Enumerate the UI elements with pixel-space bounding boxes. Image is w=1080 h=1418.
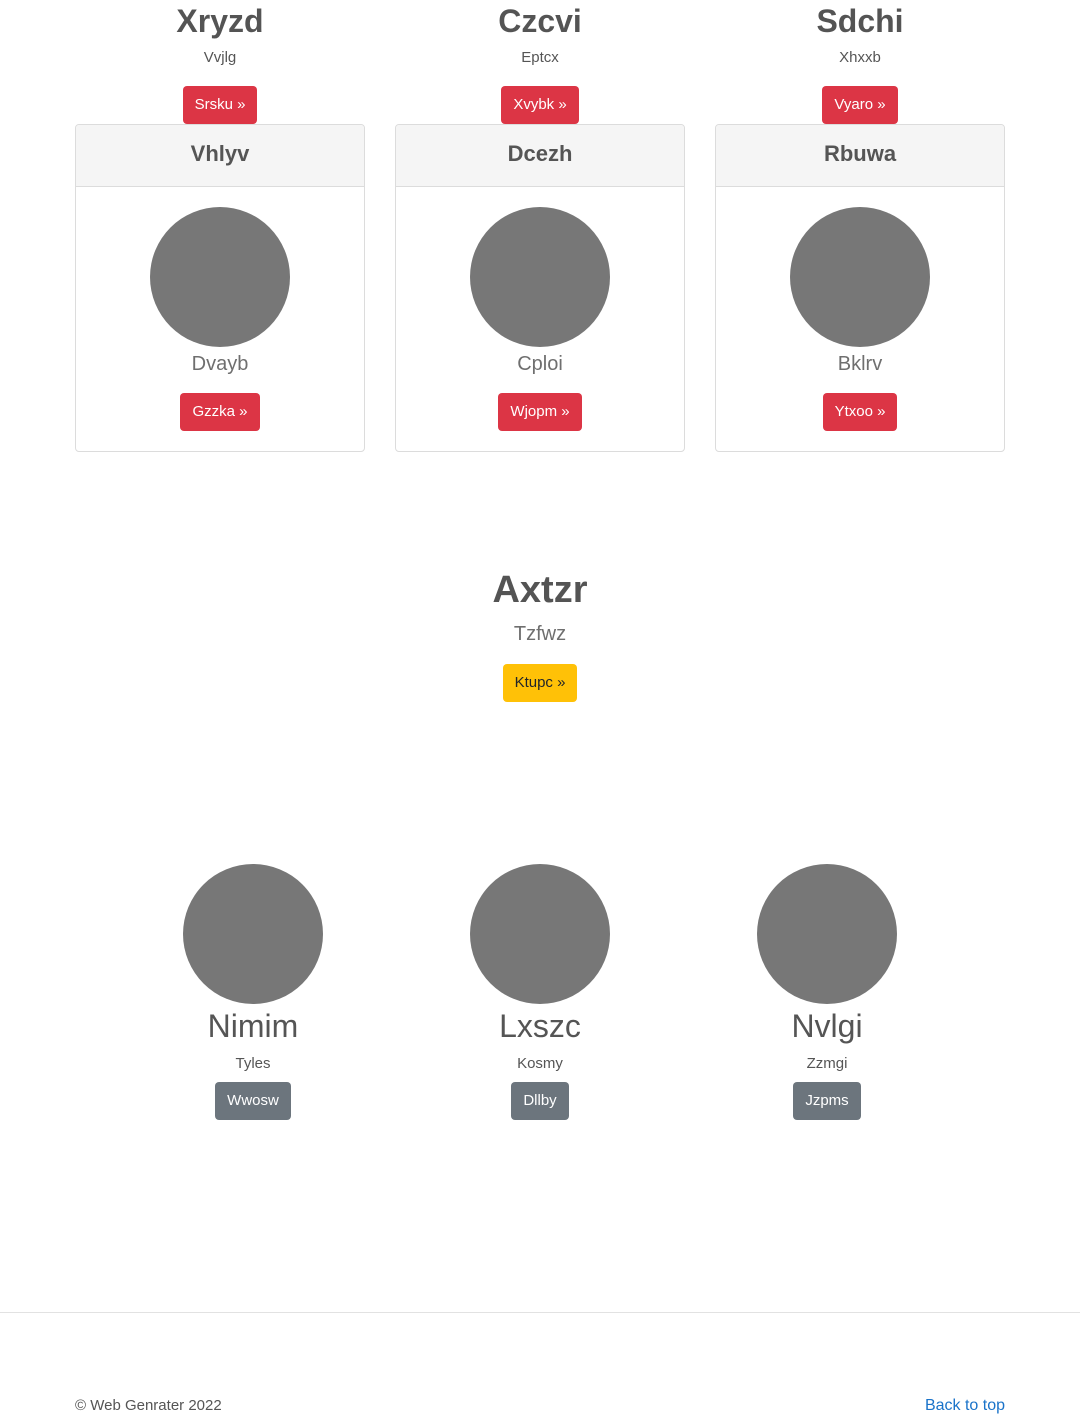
hero-button[interactable]: Ktupc » <box>502 664 578 702</box>
feature-title: Xryzd <box>176 3 264 39</box>
person-column: Nvlgi Zzmgi Jzpms <box>682 864 972 1120</box>
person-subtitle: Tyles <box>235 1055 271 1072</box>
person-column: Nimim Tyles Wwosw <box>108 864 398 1120</box>
person-name: Nimim <box>207 1008 299 1044</box>
feature-title: Czcvi <box>498 3 582 39</box>
card-header: Vhlyv <box>76 125 364 187</box>
copyright-text: © Web Genrater 2022 <box>75 1397 222 1414</box>
feature-subtitle: Vvjlg <box>203 49 237 66</box>
person-button[interactable]: Jzpms <box>793 1082 861 1120</box>
avatar <box>470 864 610 1004</box>
profile-card: Dcezh Cploi Wjopm » <box>395 124 685 452</box>
avatar <box>470 207 610 347</box>
avatar <box>790 207 930 347</box>
back-to-top-link[interactable]: Back to top <box>925 1396 1005 1416</box>
card-button[interactable]: Wjopm » <box>498 393 582 431</box>
card-subtitle: Bklrv <box>837 353 883 375</box>
avatar <box>757 864 897 1004</box>
card-subtitle: Dvayb <box>191 353 249 375</box>
person-column: Lxszc Kosmy Dllby <box>395 864 685 1120</box>
hero-title: Axtzr <box>492 569 588 611</box>
card-subtitle: Cploi <box>517 353 563 375</box>
card-button[interactable]: Ytxoo » <box>822 393 898 431</box>
person-button[interactable]: Dllby <box>511 1082 569 1120</box>
profile-card: Vhlyv Dvayb Gzzka » <box>75 124 365 452</box>
person-button[interactable]: Wwosw <box>215 1082 291 1120</box>
profile-card: Rbuwa Bklrv Ytxoo » <box>715 124 1005 452</box>
avatar <box>150 207 290 347</box>
feature-button[interactable]: Xvybk » <box>501 86 579 124</box>
card-header: Rbuwa <box>716 125 1004 187</box>
avatar <box>183 864 323 1004</box>
person-name: Lxszc <box>499 1008 581 1044</box>
feature-button[interactable]: Vyaro » <box>822 86 898 124</box>
feature-subtitle: Xhxxb <box>839 49 881 66</box>
hero-section: Axtzr Tzfwz Ktupc » <box>0 566 1080 702</box>
feature-button[interactable]: Srsku » <box>182 86 258 124</box>
top-feature-row: Xryzd Vvjlg Srsku » Czcvi Eptcx Xvybk » … <box>0 0 1080 124</box>
card-header: Dcezh <box>396 125 684 187</box>
footer-divider <box>0 1312 1080 1313</box>
person-subtitle: Zzmgi <box>806 1055 848 1072</box>
person-subtitle: Kosmy <box>517 1055 563 1072</box>
feature-title: Sdchi <box>816 3 904 39</box>
hero-subtitle: Tzfwz <box>513 623 567 645</box>
card-button[interactable]: Gzzka » <box>180 393 260 431</box>
feature-subtitle: Eptcx <box>521 49 559 66</box>
person-name: Nvlgi <box>791 1008 863 1044</box>
